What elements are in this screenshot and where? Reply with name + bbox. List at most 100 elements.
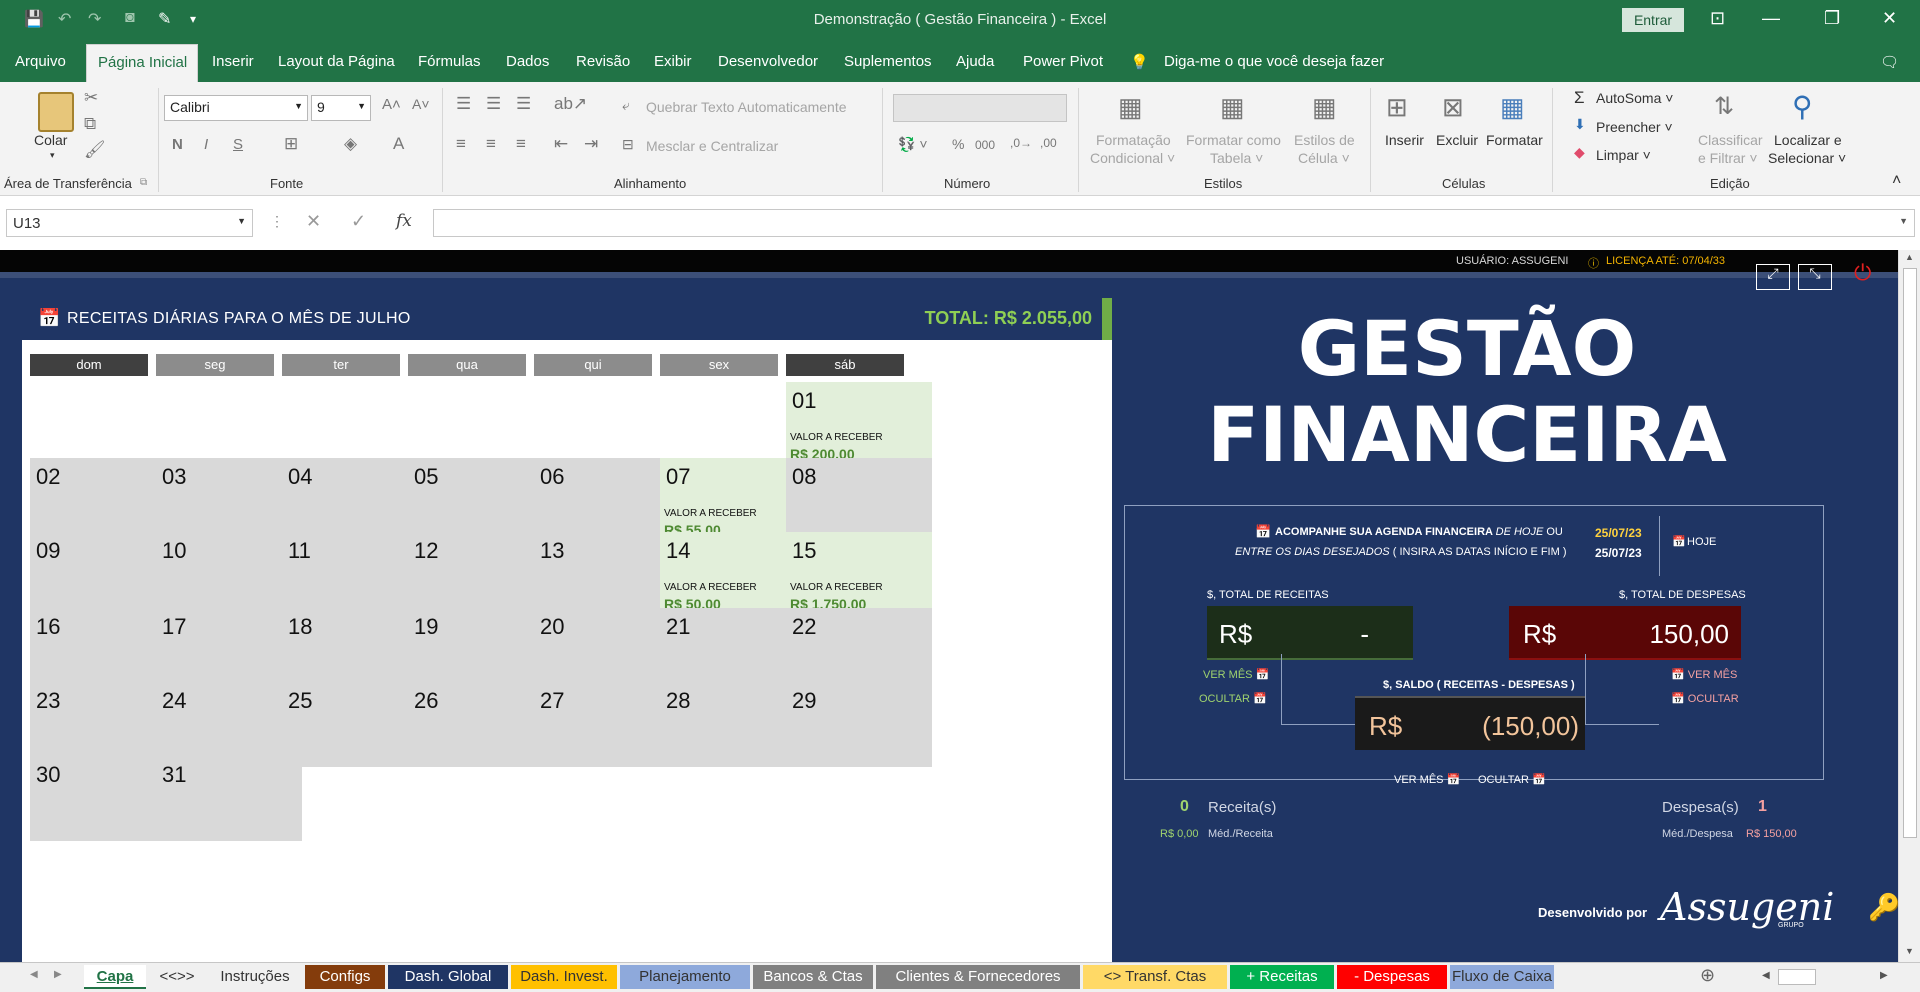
calendar-day-cell[interactable]: 08	[786, 458, 932, 543]
date-end-input[interactable]: 25/07/23	[1595, 546, 1642, 560]
paste-button-label[interactable]: Colar	[34, 132, 67, 148]
clear-icon[interactable]: ◆	[1574, 144, 1585, 161]
font-size-select[interactable]: 9 ▼	[311, 95, 371, 121]
power-icon[interactable]: ⏻	[1854, 260, 1871, 286]
sort-filter-button[interactable]: Classificar	[1698, 132, 1763, 148]
ribbon-display-icon[interactable]: ⊡	[1710, 8, 1725, 29]
wrap-text-button[interactable]: Quebrar Texto Automaticamente	[646, 99, 847, 115]
format-painter-icon[interactable]: 🖌	[84, 140, 106, 160]
vertical-scrollbar[interactable]: ▲ ▼	[1898, 250, 1920, 962]
collapse-ribbon-icon[interactable]: ˄	[1892, 172, 1901, 190]
fill-icon[interactable]: ⬇	[1574, 116, 1586, 133]
scroll-up-icon[interactable]: ▲	[1905, 252, 1914, 262]
calendar-day-cell[interactable]: 30	[30, 756, 176, 841]
align-right-icon[interactable]: ≡	[516, 134, 526, 154]
percent-icon[interactable]: %	[952, 136, 964, 152]
minimize-icon[interactable]: —	[1762, 8, 1780, 29]
scroll-down-icon[interactable]: ▼	[1905, 946, 1914, 956]
merge-center-button[interactable]: Mesclar e Centralizar	[646, 138, 778, 154]
tab-layout[interactable]: Layout da Página	[278, 53, 395, 70]
calendar-day-cell[interactable]: 31	[156, 756, 302, 841]
sheet-tab[interactable]: - Despesas	[1337, 965, 1447, 989]
sheet-tab[interactable]: Instruções	[208, 965, 302, 989]
clipboard-launcher-icon[interactable]: ⧉	[140, 177, 147, 188]
number-format-select[interactable]	[893, 94, 1067, 122]
find-select-icon[interactable]: ⚲	[1792, 90, 1813, 123]
receitas-ocultar-link[interactable]: OCULTAR 📅	[1199, 692, 1267, 705]
sign-in-button[interactable]: Entrar	[1622, 8, 1684, 32]
copy-icon[interactable]: ⧉	[84, 114, 96, 134]
ocultar-link[interactable]: OCULTAR 📅	[1478, 773, 1546, 786]
calendar-day-cell[interactable]: 06	[534, 458, 680, 543]
despesas-ocultar-link[interactable]: 📅 OCULTAR	[1671, 692, 1739, 705]
sheet-tab[interactable]: Capa	[84, 965, 146, 989]
decrease-decimal-icon[interactable]: ,00	[1040, 136, 1057, 150]
calendar-day-cell[interactable]: 22	[786, 608, 932, 693]
cell-styles-button[interactable]: Estilos de	[1294, 132, 1355, 148]
calendar-day-cell[interactable]: 23	[30, 682, 176, 767]
tab-suplementos[interactable]: Suplementos	[844, 53, 932, 70]
name-box[interactable]: U13 ▼	[6, 209, 253, 237]
align-top-icon[interactable]: ☰	[456, 94, 471, 114]
align-left-icon[interactable]: ≡	[456, 134, 466, 154]
tab-scroll-right-icon[interactable]: ▶	[54, 969, 62, 980]
fill-button[interactable]: Preencher ˅	[1596, 119, 1673, 135]
tab-ajuda[interactable]: Ajuda	[956, 53, 994, 70]
italic-icon[interactable]: I	[204, 136, 208, 153]
sheet-tab[interactable]: <<>>	[149, 965, 205, 989]
clear-button[interactable]: Limpar ˅	[1596, 147, 1651, 163]
tell-me-search[interactable]: Diga-me o que você deseja fazer	[1164, 53, 1384, 70]
sheet-tab[interactable]: Fluxo de Caixa	[1450, 965, 1554, 989]
wrap-text-icon[interactable]: ⤶	[622, 97, 630, 114]
sheet-tab[interactable]: Configs	[305, 965, 385, 989]
increase-indent-icon[interactable]: ⇥	[584, 134, 598, 154]
restore-icon[interactable]: ❐	[1824, 8, 1840, 29]
calendar-day-cell[interactable]: 29	[786, 682, 932, 767]
tab-dados[interactable]: Dados	[506, 53, 549, 70]
paste-dropdown-icon[interactable]: ▾	[50, 150, 55, 161]
fill-color-icon[interactable]: ◈	[344, 134, 357, 154]
calendar-day-cell[interactable]: 26	[408, 682, 554, 767]
cut-icon[interactable]: ✂	[84, 88, 98, 108]
format-as-table-button[interactable]: Formatar como	[1186, 132, 1281, 148]
bold-icon[interactable]: N	[172, 136, 183, 153]
hoje-calendar-icon[interactable]: 📅	[1672, 535, 1686, 548]
underline-icon[interactable]: S	[233, 136, 243, 153]
merge-icon[interactable]: ⊟	[622, 136, 634, 153]
calendar-day-cell[interactable]: 25	[282, 682, 428, 767]
horizontal-scroll-thumb[interactable]	[1778, 969, 1816, 985]
calendar-day-cell[interactable]: 10	[156, 532, 302, 617]
font-name-select[interactable]: Calibri ▼	[164, 95, 308, 121]
tab-pagina-inicial[interactable]: Página Inicial	[86, 44, 198, 82]
sheet-tab[interactable]: Dash. Invest.	[511, 965, 617, 989]
align-center-icon[interactable]: ≡	[486, 134, 496, 154]
confirm-entry-icon[interactable]: ✓	[351, 211, 366, 232]
hoje-button[interactable]: HOJE	[1687, 536, 1716, 548]
calendar-day-cell[interactable]: 17	[156, 608, 302, 693]
format-cells-button[interactable]: Formatar	[1486, 132, 1543, 148]
sheet-tab[interactable]: Clientes & Fornecedores	[876, 965, 1080, 989]
formula-input[interactable]: ▼	[433, 209, 1915, 237]
calendar-day-cell[interactable]: 03	[156, 458, 302, 543]
orientation-icon[interactable]: ab↗	[554, 94, 587, 114]
sheet-tab[interactable]: + Receitas	[1230, 965, 1334, 989]
expand-icon[interactable]: ⤢	[1756, 264, 1790, 290]
vertical-scroll-thumb[interactable]	[1903, 268, 1917, 838]
tab-desenvolvedor[interactable]: Desenvolvedor	[718, 53, 818, 70]
format-table-icon[interactable]: ▦	[1220, 92, 1245, 123]
sheet-tab[interactable]: <> Transf. Ctas	[1083, 965, 1227, 989]
calendar-day-cell[interactable]: 20	[534, 608, 680, 693]
conditional-format-icon[interactable]: ▦	[1118, 92, 1143, 123]
receitas-ver-mes-link[interactable]: VER MÊS 📅	[1203, 668, 1269, 681]
calendar-day-cell[interactable]: 16	[30, 608, 176, 693]
calendar-day-cell[interactable]: 24	[156, 682, 302, 767]
align-bottom-icon[interactable]: ☰	[516, 94, 531, 114]
decrease-indent-icon[interactable]: ⇤	[554, 134, 568, 154]
delete-cells-button[interactable]: Excluir	[1436, 132, 1478, 148]
calendar-day-cell[interactable]: 07 VALOR A RECEBER R$ 55,00	[660, 458, 806, 543]
sheet-tab[interactable]: Planejamento	[620, 965, 750, 989]
borders-icon[interactable]: ⊞	[284, 134, 298, 154]
formula-bar-options-icon[interactable]: ⋮	[270, 213, 284, 230]
align-middle-icon[interactable]: ☰	[486, 94, 501, 114]
insert-cells-icon[interactable]: ⊞	[1386, 92, 1408, 123]
